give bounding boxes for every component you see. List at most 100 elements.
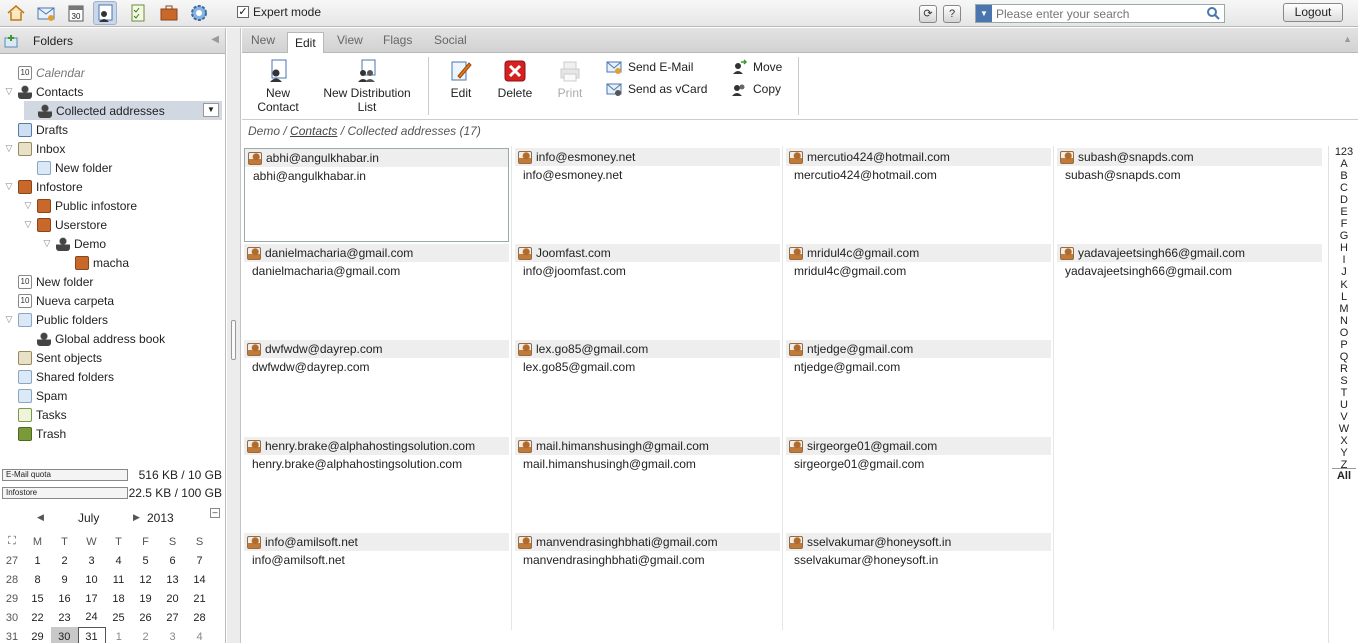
alphabet-letter[interactable]: A — [1329, 158, 1358, 170]
contact-email[interactable]: manvendrasinghbhati@gmail.com — [515, 551, 780, 567]
folder-item[interactable]: ▽ Public folders — [4, 310, 108, 329]
folder-item[interactable]: ▽ Infostore — [4, 177, 83, 196]
contact-email[interactable]: mail.himanshusingh@gmail.com — [515, 455, 780, 471]
week-number[interactable]: 27 — [0, 551, 24, 570]
folder-item[interactable]: Drafts — [4, 120, 68, 139]
contact-card[interactable]: info@amilsoft.net info@amilsoft.net — [244, 533, 509, 627]
contact-email[interactable]: info@esmoney.net — [515, 166, 780, 182]
calendar-day[interactable]: 27 — [159, 608, 186, 627]
search-input[interactable] — [992, 5, 1198, 22]
calendar-day[interactable]: 1 — [105, 627, 132, 643]
contact-card[interactable]: sselvakumar@honeysoft.in sselvakumar@hone… — [786, 533, 1051, 627]
folder-item[interactable]: Sent objects — [4, 348, 102, 367]
edit-button[interactable]: Edit — [446, 59, 476, 100]
contact-email[interactable]: subash@snapds.com — [1057, 166, 1322, 182]
calendar-day[interactable]: 13 — [159, 570, 186, 589]
contact-email[interactable]: mercutio424@hotmail.com — [786, 166, 1051, 182]
year-label[interactable]: 2013 — [147, 511, 174, 525]
alphabet-letter[interactable]: W — [1329, 423, 1358, 435]
contacts-app-icon[interactable] — [93, 1, 117, 25]
alphabet-letter[interactable]: V — [1329, 411, 1358, 423]
calendar-day[interactable]: 2 — [132, 627, 159, 643]
collapse-ribbon-icon[interactable]: ▲ — [1343, 34, 1352, 44]
calendar-day[interactable]: 5 — [132, 551, 159, 570]
calendar-day[interactable]: 19 — [132, 589, 159, 608]
pane-splitter[interactable] — [227, 28, 241, 643]
month-label[interactable]: July — [78, 511, 99, 525]
week-selector-icon[interactable]: ⛶ — [0, 532, 24, 551]
calendar-app-icon[interactable]: 30 — [64, 1, 88, 25]
search-icon[interactable] — [1206, 6, 1220, 23]
calendar-day[interactable]: 10 — [78, 570, 105, 589]
calendar-day[interactable]: 4 — [105, 551, 132, 570]
contact-email[interactable]: mridul4c@gmail.com — [786, 262, 1051, 278]
folder-item[interactable]: macha — [61, 253, 129, 272]
contact-email[interactable]: info@joomfast.com — [515, 262, 780, 278]
tree-twisty-icon[interactable]: ▽ — [4, 86, 14, 97]
folder-item[interactable]: Tasks — [4, 405, 67, 424]
contact-email[interactable]: sselvakumar@honeysoft.in — [786, 551, 1051, 567]
folder-item[interactable]: Collected addresses ▼ — [24, 101, 222, 120]
mail-icon[interactable] — [34, 1, 58, 25]
calendar-day[interactable]: 22 — [24, 608, 51, 627]
new-folder-icon[interactable] — [4, 34, 18, 51]
tree-twisty-icon[interactable]: ▽ — [4, 314, 14, 325]
print-button[interactable]: Print — [554, 59, 586, 100]
alphabet-letter[interactable]: G — [1329, 230, 1358, 242]
collapse-pane-icon[interactable]: ◀ — [211, 34, 219, 45]
settings-icon[interactable] — [187, 1, 211, 25]
folder-item[interactable]: New folder — [23, 158, 112, 177]
calendar-day[interactable]: 4 — [186, 627, 213, 643]
logout-button[interactable]: Logout — [1283, 3, 1343, 22]
folder-item[interactable]: Global address book — [23, 329, 165, 348]
calendar-day[interactable]: 11 — [105, 570, 132, 589]
week-number[interactable]: 29 — [0, 589, 24, 608]
folder-item[interactable]: ▽ Public infostore — [23, 196, 137, 215]
calendar-day[interactable]: 2 — [51, 551, 78, 570]
collapse-calendar-icon[interactable]: – — [210, 508, 220, 518]
calendar-day[interactable]: 7 — [186, 551, 213, 570]
calendar-day[interactable]: 8 — [24, 570, 51, 589]
alphabet-letter[interactable]: Y — [1329, 447, 1358, 459]
alphabet-letter[interactable]: S — [1329, 375, 1358, 387]
home-icon[interactable] — [4, 1, 28, 25]
alphabet-letter[interactable]: All — [1329, 470, 1358, 482]
alphabet-letter[interactable]: K — [1329, 279, 1358, 291]
tree-twisty-icon[interactable]: ▽ — [23, 200, 33, 211]
week-number[interactable]: 31 — [0, 627, 24, 643]
tab-view[interactable]: View — [337, 33, 363, 47]
contact-card[interactable]: ntjedge@gmail.com ntjedge@gmail.com — [786, 340, 1051, 434]
folder-item[interactable]: Spam — [4, 386, 67, 405]
folder-item[interactable]: ▽ Demo — [42, 234, 106, 253]
next-month-icon[interactable]: ▶ — [133, 512, 140, 523]
contact-card[interactable]: mail.himanshusingh@gmail.com mail.himansh… — [515, 437, 780, 531]
calendar-day[interactable]: 12 — [132, 570, 159, 589]
new-distribution-list-button[interactable]: New Distribution List — [320, 59, 414, 114]
alphabet-letter[interactable]: Q — [1329, 351, 1358, 363]
contact-card[interactable]: manvendrasinghbhati@gmail.com manvendrasi… — [515, 533, 780, 627]
alphabet-letter[interactable]: H — [1329, 242, 1358, 254]
contact-card[interactable]: subash@snapds.com subash@snapds.com — [1057, 148, 1322, 242]
folder-menu-dropdown[interactable]: ▼ — [203, 103, 219, 117]
tree-twisty-icon[interactable]: ▽ — [42, 238, 52, 249]
prev-month-icon[interactable]: ◀ — [37, 512, 44, 523]
calendar-day[interactable]: 26 — [132, 608, 159, 627]
calendar-day[interactable]: 30 — [51, 627, 78, 643]
folder-item[interactable]: 10 Nueva carpeta — [4, 291, 114, 310]
contact-email[interactable]: ntjedge@gmail.com — [786, 358, 1051, 374]
calendar-day[interactable]: 18 — [105, 589, 132, 608]
week-number[interactable]: 28 — [0, 570, 24, 589]
contact-email[interactable]: danielmacharia@gmail.com — [244, 262, 509, 278]
send-vcard-button[interactable]: Send as vCard — [606, 81, 707, 97]
alphabet-letter[interactable]: I — [1329, 254, 1358, 266]
splitter-grip-icon[interactable] — [231, 320, 236, 360]
calendar-day[interactable]: 31 — [77, 626, 106, 643]
contact-email[interactable]: yadavajeetsingh66@gmail.com — [1057, 262, 1322, 278]
contact-card[interactable]: mridul4c@gmail.com mridul4c@gmail.com — [786, 244, 1051, 338]
folder-item[interactable]: ▽ Inbox — [4, 139, 65, 158]
folder-item[interactable]: Trash — [4, 424, 66, 443]
alphabet-letter[interactable]: B — [1329, 170, 1358, 182]
refresh-icon[interactable]: ⟳ — [919, 5, 937, 23]
calendar-day[interactable]: 24 — [78, 608, 105, 627]
contact-card[interactable]: yadavajeetsingh66@gmail.com yadavajeetsin… — [1057, 244, 1322, 338]
